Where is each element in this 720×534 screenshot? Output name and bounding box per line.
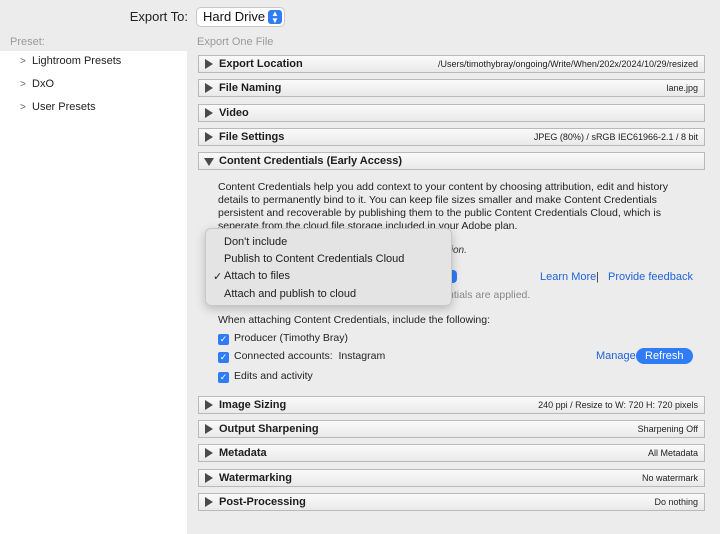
disclosure-down-icon [204, 158, 214, 166]
section-video[interactable]: Video [198, 104, 705, 122]
section-image-sizing[interactable]: Image Sizing 240 ppi / Resize to W: 720 … [198, 396, 705, 414]
refresh-button[interactable]: Refresh [636, 348, 693, 364]
link-separator: | [596, 271, 599, 283]
export-to-value: Hard Drive [203, 9, 266, 24]
preset-label: Preset: [10, 36, 45, 48]
credentials-status-text: ntials are applied. [448, 289, 531, 301]
section-file-naming[interactable]: File Naming lane.jpg [198, 79, 705, 97]
disclosure-right-icon [205, 108, 213, 118]
menu-item-publish-cloud[interactable]: Publish to Content Credentials Cloud [224, 253, 404, 265]
section-watermarking[interactable]: Watermarking No watermark [198, 469, 705, 487]
include-label: When attaching Content Credentials, incl… [218, 314, 490, 326]
checkbox-checked-icon[interactable]: ✓ [218, 352, 229, 363]
preset-list: > Lightroom Presets > DxO > User Presets [0, 51, 187, 534]
menu-item-attach-publish[interactable]: Attach and publish to cloud [224, 288, 356, 300]
provide-feedback-link[interactable]: Provide feedback [608, 271, 693, 283]
disclosure-right-icon [205, 83, 213, 93]
section-metadata[interactable]: Metadata All Metadata [198, 444, 705, 462]
disclosure-right-icon [205, 132, 213, 142]
disclosure-right-icon [205, 473, 213, 483]
section-export-location[interactable]: Export Location /Users/timothybray/ongoi… [198, 55, 705, 73]
checkmark-icon: ✓ [213, 271, 223, 283]
learn-more-link[interactable]: Learn More [540, 271, 596, 283]
disclosure-chevron-icon: > [20, 56, 26, 67]
chevron-updown-icon: ▲ ▼ [268, 10, 282, 25]
export-to-label: Export To: [129, 9, 188, 24]
disclosure-right-icon [205, 497, 213, 507]
connected-accounts-checkbox-row[interactable]: ✓ Connected accounts: Instagram [218, 350, 385, 363]
disclosure-right-icon [205, 448, 213, 458]
section-output-sharpening[interactable]: Output Sharpening Sharpening Off [198, 420, 705, 438]
manage-link[interactable]: Manage [596, 350, 636, 362]
preset-item-user[interactable]: > User Presets [20, 101, 96, 113]
disclosure-right-icon [205, 400, 213, 410]
credentials-dropdown-menu: Don't include Publish to Content Credent… [205, 228, 452, 306]
checkbox-checked-icon[interactable]: ✓ [218, 372, 229, 383]
disclosure-chevron-icon: > [20, 79, 26, 90]
section-file-settings[interactable]: File Settings JPEG (80%) / sRGB IEC61966… [198, 128, 705, 146]
disclosure-right-icon [205, 424, 213, 434]
menu-item-dont-include[interactable]: Don't include [224, 236, 287, 248]
menu-item-attach-files[interactable]: Attach to files [224, 270, 290, 282]
section-post-processing[interactable]: Post-Processing Do nothing [198, 493, 705, 511]
export-subtitle: Export One File [197, 36, 274, 48]
disclosure-chevron-icon: > [20, 102, 26, 113]
producer-checkbox-row[interactable]: ✓ Producer (Timothy Bray) [218, 332, 348, 345]
preset-item-lightroom[interactable]: > Lightroom Presets [20, 55, 121, 67]
disclosure-right-icon [205, 59, 213, 69]
export-to-select[interactable]: Hard Drive ▲ ▼ [196, 7, 285, 27]
checkbox-checked-icon[interactable]: ✓ [218, 334, 229, 345]
section-content-credentials[interactable]: Content Credentials (Early Access) [198, 152, 705, 170]
preset-item-dxo[interactable]: > DxO [20, 78, 54, 90]
credentials-description: Content Credentials help you add context… [218, 181, 669, 232]
edits-checkbox-row[interactable]: ✓ Edits and activity [218, 370, 313, 383]
